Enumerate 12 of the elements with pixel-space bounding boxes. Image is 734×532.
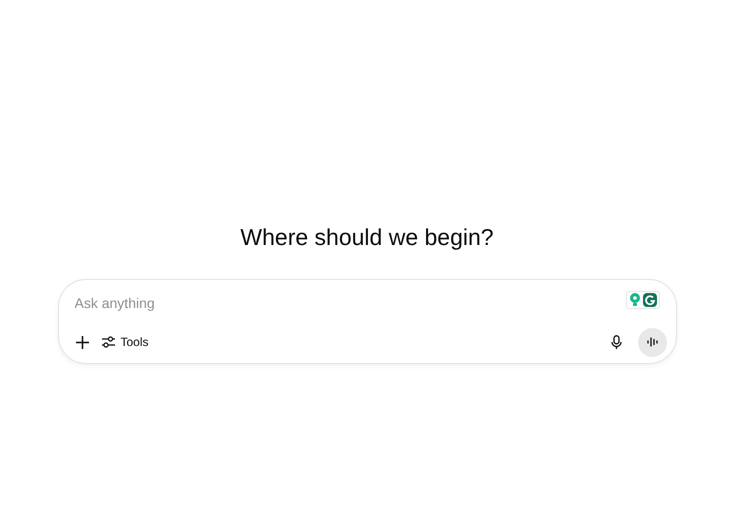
- microphone-icon: [611, 334, 622, 350]
- extension-badge[interactable]: [626, 291, 660, 309]
- add-button[interactable]: [74, 333, 92, 351]
- circle-arrow-icon: [642, 293, 656, 307]
- sound-wave-icon: [646, 337, 658, 347]
- plus-icon: [76, 336, 89, 348]
- lightbulb-icon: [628, 293, 640, 307]
- voice-mode-button[interactable]: [638, 328, 666, 356]
- tools-button[interactable]: Tools: [102, 333, 149, 351]
- page-heading: Where should we begin?: [240, 223, 494, 252]
- sliders-icon: [102, 336, 114, 348]
- prompt-input-field[interactable]: Ask anything: [72, 292, 626, 314]
